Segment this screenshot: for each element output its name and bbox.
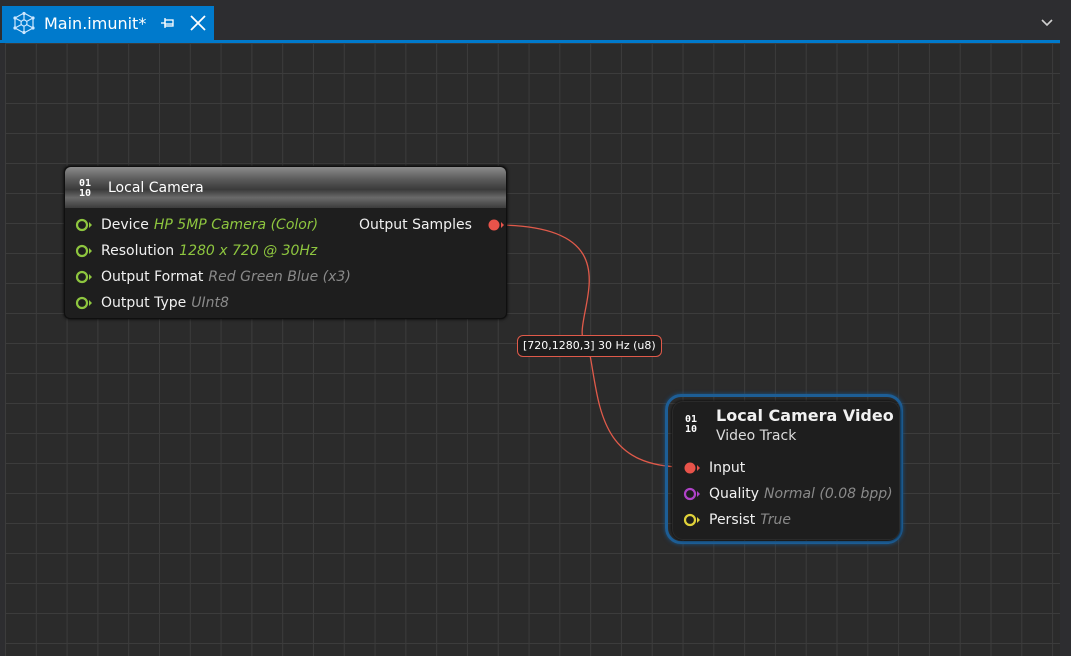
input-pin-icon[interactable] xyxy=(75,296,93,310)
property-label: Output Type xyxy=(101,295,187,311)
property-label: Persist xyxy=(709,512,756,528)
property-label: Input xyxy=(709,460,746,476)
input-pin-icon[interactable] xyxy=(75,270,93,284)
output-row-output-samples[interactable]: Output Samples xyxy=(359,214,505,236)
node-header[interactable]: 01 10 Local Camera xyxy=(65,167,506,208)
property-label: Resolution xyxy=(101,243,175,259)
property-label: Device xyxy=(101,217,149,233)
network-graph-icon xyxy=(13,11,35,35)
property-value[interactable]: Normal (0.08 bpp) xyxy=(764,486,893,502)
connection-label: [720,1280,3] 30 Hz (u8) xyxy=(517,335,662,357)
tab-main-imunit[interactable]: Main.imunit* xyxy=(2,6,214,40)
output-pin-icon[interactable] xyxy=(487,218,505,232)
input-row-output-format[interactable]: Output Format Red Green Blue (x3) xyxy=(75,266,351,288)
input-pin-icon[interactable] xyxy=(75,244,93,258)
pin-icon[interactable] xyxy=(160,15,176,31)
binary-icon: 01 10 xyxy=(79,178,92,199)
input-row-persist[interactable]: Persist True xyxy=(683,509,791,531)
document-tab-strip: Main.imunit* xyxy=(0,0,1071,40)
node-local-camera[interactable]: 01 10 Local Camera Device HP 5MP Camera … xyxy=(64,166,507,319)
node-local-camera-video[interactable]: 01 10 Local Camera Video Video Track Inp… xyxy=(672,401,900,540)
property-value[interactable]: UInt8 xyxy=(191,295,229,311)
node-subtitle: Video Track xyxy=(716,428,797,444)
input-pin-icon[interactable] xyxy=(683,461,701,475)
property-value[interactable]: True xyxy=(760,512,791,528)
input-pin-icon[interactable] xyxy=(683,487,701,501)
tab-title: Main.imunit* xyxy=(44,14,147,33)
input-row-resolution[interactable]: Resolution 1280 x 720 @ 30Hz xyxy=(75,240,317,262)
input-row-output-type[interactable]: Output Type UInt8 xyxy=(75,292,229,314)
binary-icon: 01 10 xyxy=(685,414,698,435)
chevron-down-icon[interactable] xyxy=(1040,16,1054,30)
property-value[interactable]: Red Green Blue (x3) xyxy=(208,269,350,285)
output-label: Output Samples xyxy=(359,217,472,233)
node-title: Local Camera xyxy=(108,180,204,196)
canvas-right-edge xyxy=(1060,43,1071,656)
input-row-device[interactable]: Device HP 5MP Camera (Color) xyxy=(75,214,318,236)
property-value[interactable]: HP 5MP Camera (Color) xyxy=(154,217,318,233)
input-pin-icon[interactable] xyxy=(683,513,701,527)
input-pin-icon[interactable] xyxy=(75,218,93,232)
input-row-input[interactable]: Input xyxy=(683,457,750,479)
property-value[interactable]: 1280 x 720 @ 30Hz xyxy=(179,243,317,259)
close-icon[interactable] xyxy=(188,13,208,33)
input-row-quality[interactable]: Quality Normal (0.08 bpp) xyxy=(683,483,893,505)
property-label: Output Format xyxy=(101,269,204,285)
node-title: Local Camera Video xyxy=(716,406,894,425)
property-label: Quality xyxy=(709,486,760,502)
